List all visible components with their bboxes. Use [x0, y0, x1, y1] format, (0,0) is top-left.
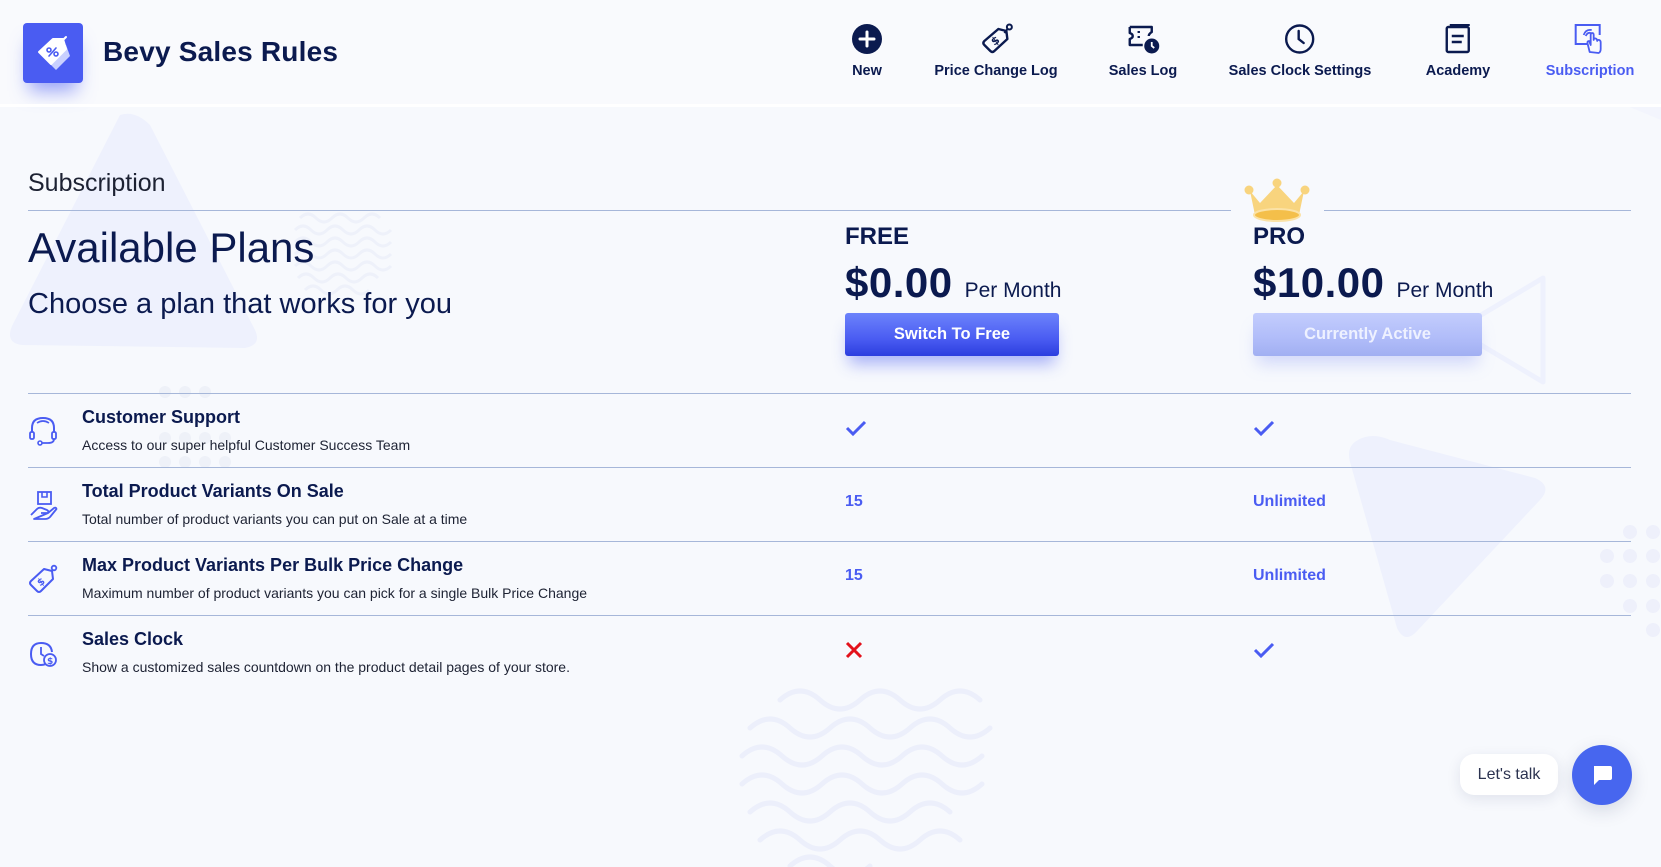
plan-pro: PRO $10.00 Per Month Currently Active — [1253, 223, 1493, 356]
title-divider — [28, 210, 1231, 211]
feature-description: Maximum number of product variants you c… — [82, 585, 588, 601]
nav-item-sales-clock-settings[interactable]: Sales Clock Settings — [1228, 22, 1372, 86]
free-value — [845, 419, 867, 442]
feature-row-customer-support: Customer Support Access to our super hel… — [28, 393, 1631, 467]
plan-name: PRO — [1253, 223, 1306, 250]
touch-screen-icon — [1575, 24, 1602, 54]
pro-value: Unlimited — [1253, 567, 1326, 584]
plan-free: FREE $0.00 Per Month Switch To Free — [845, 223, 1062, 356]
pro-value — [1253, 641, 1275, 664]
feature-description: Access to our super helpful Customer Suc… — [82, 437, 411, 453]
feature-description: Show a customized sales countdown on the… — [82, 659, 570, 675]
chat-bubble-icon — [1594, 766, 1612, 785]
app-logo[interactable] — [23, 23, 83, 83]
free-value — [845, 641, 863, 664]
lets-talk-label[interactable]: Let's talk — [1460, 754, 1558, 795]
feature-description: Total number of product variants you can… — [82, 511, 468, 527]
headset-icon — [29, 416, 57, 446]
nav-item-price-change-log[interactable]: $ Price Change Log — [934, 22, 1058, 86]
dollar-tag-icon: $ — [981, 23, 1013, 54]
plan-price: $10.00 Per Month — [1253, 259, 1493, 307]
svg-text:$: $ — [47, 657, 53, 667]
app-header: Bevy Sales Rules New $ Price Change Log — [0, 0, 1661, 107]
pro-value: Unlimited — [1253, 493, 1326, 510]
subscription-page: Subscription Available Plans Choose a pl… — [0, 107, 1661, 867]
chat-button[interactable] — [1572, 745, 1632, 805]
ticket-clock-icon — [1128, 25, 1160, 54]
crown-icon — [1244, 178, 1310, 222]
price-amount: $0.00 — [845, 259, 953, 306]
feature-row-total-variants: Total Product Variants On Sale Total num… — [28, 467, 1631, 541]
price-tag-percent-icon — [38, 36, 70, 70]
price-period: Per Month — [964, 279, 1062, 302]
feature-title: Customer Support — [82, 407, 241, 427]
nav-item-sales-log[interactable]: Sales Log — [1108, 22, 1178, 86]
clock-dollar-icon: $ — [29, 641, 57, 667]
book-icon — [1445, 24, 1471, 54]
title-divider-right — [1324, 210, 1631, 211]
feature-title: Sales Clock — [82, 629, 184, 649]
app-title: Bevy Sales Rules — [103, 36, 339, 67]
dollar-tag-icon: $ — [29, 564, 58, 593]
nav-label: Price Change Log — [934, 63, 1058, 79]
nav-item-academy[interactable]: Academy — [1426, 22, 1490, 86]
check-icon — [1253, 642, 1275, 659]
feature-title: Max Product Variants Per Bulk Price Chan… — [82, 555, 464, 575]
price-period: Per Month — [1396, 279, 1494, 302]
nav-label: Academy — [1425, 63, 1491, 79]
plans-heading: Available Plans — [28, 224, 315, 271]
feature-title: Total Product Variants On Sale — [82, 481, 344, 501]
nav-label: Sales Log — [1108, 63, 1178, 79]
plan-name: FREE — [845, 223, 910, 250]
hand-box-icon — [30, 491, 58, 520]
nav-label: New — [852, 63, 882, 79]
price-amount: $10.00 — [1253, 259, 1385, 306]
free-value: 15 — [845, 567, 863, 584]
plus-circle-icon — [852, 24, 882, 54]
currently-active-button[interactable]: Currently Active — [1253, 313, 1482, 356]
nav-item-subscription[interactable]: Subscription — [1545, 22, 1635, 86]
cross-icon — [845, 641, 863, 659]
free-value: 15 — [845, 493, 863, 510]
check-icon — [845, 420, 867, 437]
plan-price: $0.00 Per Month — [845, 259, 1062, 307]
nav-item-new[interactable]: New — [850, 22, 884, 86]
pro-value — [1253, 419, 1275, 442]
switch-to-free-button[interactable]: Switch To Free — [845, 313, 1059, 356]
feature-row-sales-clock: $ Sales Clock Show a customized sales co… — [28, 615, 1631, 689]
nav-label: Sales Clock Settings — [1228, 63, 1372, 79]
nav-label: Subscription — [1545, 63, 1635, 79]
clock-icon — [1285, 24, 1315, 54]
check-icon — [1253, 420, 1275, 437]
plans-subheading: Choose a plan that works for you — [28, 288, 452, 320]
feature-row-bulk-price-change: $ Max Product Variants Per Bulk Price Ch… — [28, 541, 1631, 615]
page-title: Subscription — [28, 169, 166, 197]
